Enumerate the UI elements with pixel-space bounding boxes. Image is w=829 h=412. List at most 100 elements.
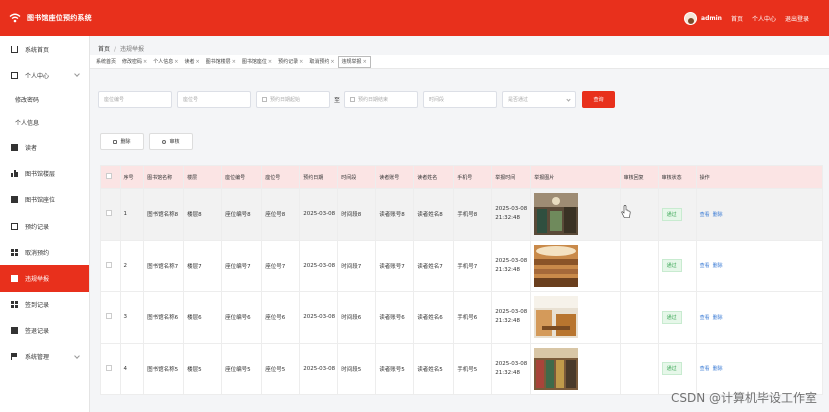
approved-select[interactable]: 是否通过 [502, 91, 577, 108]
sidebar-item-library-seat[interactable]: 图书馆座位 [0, 187, 89, 213]
tab-personal-info[interactable]: 个人信息 × [150, 56, 181, 68]
close-icon[interactable]: × [330, 59, 334, 65]
sidebar-item-home[interactable]: 系统首页 [0, 36, 89, 62]
breadcrumb-home[interactable]: 首页 [98, 46, 110, 53]
chevron-down-icon [74, 353, 80, 359]
sidebar-item-label: 图书馆楼层 [25, 171, 56, 179]
delete-link[interactable]: 删除 [713, 366, 723, 372]
close-icon[interactable]: × [143, 59, 147, 65]
tab-reservation-records[interactable]: 预约记录 × [275, 56, 306, 68]
row-checkbox[interactable] [106, 313, 112, 320]
report-image[interactable] [534, 296, 579, 339]
grid-icon [11, 248, 18, 256]
close-icon[interactable]: × [299, 59, 303, 65]
column-header: 读者账号 [375, 165, 415, 189]
delete-link[interactable]: 删除 [713, 212, 723, 218]
sidebar-item-label: 图书馆座位 [25, 197, 56, 205]
cell-floor: 楼层5 [183, 342, 223, 395]
search-button[interactable]: 查询 [582, 91, 616, 108]
sidebar-item-label: 个人信息 [15, 120, 40, 128]
column-header: 举报时间 [491, 165, 532, 189]
sidebar-item-library-floor[interactable]: 图书馆楼层 [0, 161, 89, 187]
table-row[interactable]: 1 图书馆名称8 楼层8 座位编号8 座位号8 2025-03-08 时间段8 … [100, 188, 824, 241]
row-checkbox[interactable] [106, 261, 112, 268]
sidebar-item-change-password[interactable]: 修改密码 [0, 88, 89, 111]
close-icon[interactable]: × [363, 59, 367, 65]
sidebar-item-cancel-reservation[interactable]: 取消预约 [0, 239, 89, 265]
close-icon[interactable]: × [195, 59, 199, 65]
wifi-logo-icon [9, 12, 21, 24]
delete-link[interactable]: 删除 [713, 263, 723, 269]
username: admin [701, 14, 722, 22]
header-link-logout[interactable]: 退出登录 [785, 14, 809, 23]
view-link[interactable]: 查看 [700, 366, 710, 372]
sidebar-item-readers[interactable]: 读者 [0, 134, 89, 160]
tab-library-seat[interactable]: 图书馆座位 × [239, 56, 275, 68]
tab-library-floor[interactable]: 图书馆楼层 × [203, 56, 239, 68]
cell-reply [619, 239, 659, 292]
sidebar-item-label: 修改密码 [15, 97, 40, 105]
seat-code-input[interactable]: 座位编号 [98, 91, 172, 108]
date-start-input[interactable]: 预约日期起始 [256, 91, 330, 108]
tab-readers[interactable]: 读者 × [181, 56, 202, 68]
period-input[interactable]: 时间段 [423, 91, 498, 108]
delete-link[interactable]: 删除 [713, 315, 723, 321]
column-header: 预约日期 [299, 165, 339, 189]
header-link-profile[interactable]: 个人中心 [752, 14, 776, 23]
sidebar-item-system-management[interactable]: 系统管理 [0, 344, 89, 370]
review-button[interactable]: 审核 [149, 133, 193, 150]
cell-report-time: 2025-03-08 21:32:48 [491, 239, 532, 292]
report-image[interactable] [534, 347, 579, 390]
table-row[interactable]: 3 图书馆名称6 楼层6 座位编号6 座位号6 2025-03-08 时间段6 … [100, 291, 824, 344]
select-all-cell[interactable] [100, 165, 121, 189]
cell-period: 时间段5 [337, 342, 377, 395]
action-row: 删除 审核 [100, 133, 193, 150]
cell-name: 读者姓名6 [413, 291, 455, 344]
view-link[interactable]: 查看 [700, 212, 710, 218]
table-row[interactable]: 2 图书馆名称7 楼层7 座位编号7 座位号7 2025-03-08 时间段7 … [100, 239, 824, 292]
report-clock: 21:32:48 [495, 266, 520, 273]
cell-phone: 手机号7 [453, 239, 493, 292]
status-badge: 通过 [661, 259, 682, 273]
column-header: 手机号 [453, 165, 493, 189]
seat-no-input[interactable]: 座位号 [177, 91, 251, 108]
sidebar-item-label: 读者 [25, 144, 38, 152]
table-row[interactable]: 4 图书馆名称5 楼层5 座位编号5 座位号5 2025-03-08 时间段5 … [100, 342, 824, 395]
sidebar-item-checkout-records[interactable]: 签退记录 [0, 318, 89, 344]
close-icon[interactable]: × [232, 59, 236, 65]
view-link[interactable]: 查看 [700, 263, 710, 269]
sidebar-item-personal-center[interactable]: 个人中心 [0, 62, 89, 88]
cell-actions: 查看 删除 [695, 188, 824, 241]
select-all-checkbox[interactable] [106, 173, 112, 179]
tab-cancel-reservation[interactable]: 取消预约 × [306, 56, 337, 68]
square-icon [11, 327, 18, 335]
cell-library: 图书馆名称5 [143, 342, 185, 395]
avatar[interactable] [684, 11, 698, 25]
report-image[interactable] [534, 244, 579, 287]
delete-button[interactable]: 删除 [100, 133, 144, 150]
row-checkbox[interactable] [106, 364, 112, 371]
view-link[interactable]: 查看 [700, 315, 710, 321]
sidebar-item-violation-report[interactable]: 违规举报 [0, 265, 89, 292]
close-icon[interactable]: × [174, 59, 178, 65]
column-header: 操作 [695, 165, 824, 189]
cell-phone: 手机号5 [453, 342, 493, 395]
main-content: 首页 / 违规举报 系统首页 修改密码 × 个人信息 × 读者 × 图书馆楼层 × 图书馆座… [90, 36, 829, 412]
square-icon [11, 274, 18, 282]
breadcrumb-current: 违规举报 [120, 46, 145, 53]
heart-icon [162, 139, 167, 144]
header-link-home[interactable]: 首页 [731, 14, 743, 23]
row-checkbox[interactable] [106, 210, 112, 217]
tab-violation-report[interactable]: 违规举报 × [337, 55, 371, 68]
date-end-input[interactable]: 预约日期结束 [344, 91, 419, 108]
sidebar-item-personal-info[interactable]: 个人信息 [0, 111, 89, 134]
cell-seat-code: 座位编号6 [221, 291, 263, 344]
tab-home[interactable]: 系统首页 [93, 56, 119, 68]
tab-change-password[interactable]: 修改密码 × [119, 56, 150, 68]
sidebar-item-reservation-records[interactable]: 预约记录 [0, 213, 89, 239]
column-header: 座位编号 [221, 165, 263, 189]
close-icon[interactable]: × [268, 59, 272, 65]
report-image[interactable] [534, 193, 579, 236]
sidebar-item-checkin-records[interactable]: 签到记录 [0, 292, 89, 318]
cell-no: 3 [119, 291, 145, 344]
